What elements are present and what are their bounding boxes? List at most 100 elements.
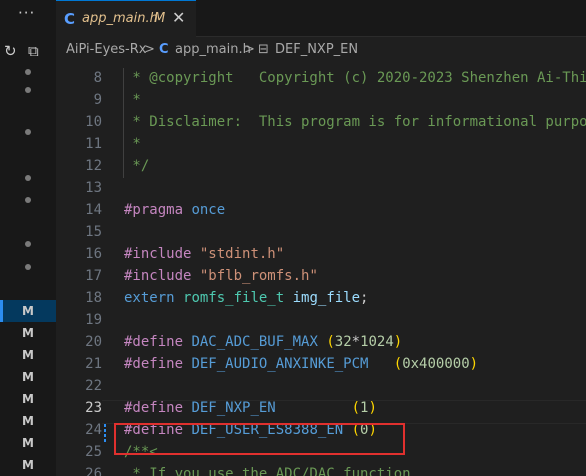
code-token: (: [351, 400, 361, 416]
code-line: * @copyright Copyright (c) 2020-2023 She…: [124, 70, 586, 86]
code-line: * Disclaimer: This program is for inform…: [124, 114, 586, 130]
more-actions-icon[interactable]: ···: [18, 4, 35, 22]
code-line: #define DEF_AUDIO_ANXINKE_PCM (0x400000): [124, 356, 478, 372]
code-token: *: [351, 334, 361, 350]
explorer-dot: [25, 264, 31, 270]
chevron-right-icon: >: [144, 42, 155, 57]
git-modified-badge: M: [22, 304, 34, 318]
symbol-icon: ⊟: [258, 42, 269, 57]
code-line: * If you use the ADC/DAC function: [124, 466, 411, 476]
code-editor[interactable]: 8 * @copyright Copyright (c) 2020-2023 S…: [56, 64, 586, 476]
line-number: 13: [85, 180, 102, 196]
code-token: DEF_AUDIO_ANXINKE_PCM: [191, 356, 369, 372]
code-token: 0x400000: [402, 356, 470, 372]
code-token: *: [124, 92, 141, 108]
code-line: #include "bflb_romfs.h": [124, 268, 318, 284]
code-token: DAC_ADC_BUF_MAX: [191, 334, 318, 350]
git-modified-badge: M: [22, 458, 34, 472]
line-number: 9: [93, 92, 102, 108]
explorer-strip: ··· ↻ ⧉ M M M M M M M M: [0, 0, 56, 476]
code-token: * @copyright Copyright (c) 2020-2023 She…: [124, 70, 586, 86]
code-token: #include: [124, 246, 192, 262]
git-modified-badge: M: [22, 370, 34, 384]
line-number: 25: [85, 444, 102, 460]
explorer-dot: [25, 175, 31, 181]
c-file-icon: C: [64, 10, 76, 28]
line-number: 24: [85, 422, 102, 438]
code-line: #define DAC_ADC_BUF_MAX (32*1024): [124, 334, 402, 350]
code-token: (: [393, 356, 403, 372]
git-modified-badge: M: [22, 326, 34, 340]
code-token: extern: [124, 290, 175, 306]
code-token: img_file: [292, 290, 361, 306]
refresh-icon[interactable]: ↻: [4, 42, 17, 60]
tab-filename: app_main.h: [82, 11, 158, 26]
line-number: 22: [85, 378, 102, 394]
line-number: 10: [85, 114, 102, 130]
line-number: 23: [85, 400, 102, 416]
line-number: 16: [85, 246, 102, 262]
code-line: */: [124, 158, 149, 174]
explorer-dot: [25, 87, 31, 93]
code-token: * Disclaimer: This program is for inform…: [124, 114, 586, 130]
code-token: DEF_NXP_EN: [191, 400, 276, 416]
line-number: 26: [85, 466, 102, 476]
breadcrumb-file[interactable]: app_main.h: [175, 42, 251, 57]
code-token: #define: [124, 356, 184, 372]
code-line: #pragma once: [124, 202, 225, 218]
explorer-dot: [25, 129, 31, 135]
code-line: #include "stdint.h": [124, 246, 284, 262]
git-modified-badge: M: [22, 414, 34, 428]
explorer-dot: [25, 241, 31, 247]
code-token: ;: [360, 290, 369, 306]
breadcrumb-symbol[interactable]: DEF_NXP_EN: [275, 42, 358, 57]
code-token: ): [393, 334, 403, 350]
code-token: */: [124, 158, 150, 174]
code-token: #define: [124, 400, 184, 416]
code-token: * If you use the ADC/DAC function: [124, 466, 411, 476]
line-number: 19: [85, 312, 102, 328]
code-token: *: [124, 136, 141, 152]
code-line: *: [124, 92, 141, 108]
code-token: once: [191, 202, 226, 218]
line-number: 21: [85, 356, 102, 372]
code-token: ): [469, 356, 479, 372]
explorer-active-indicator: [0, 300, 3, 322]
code-token: #define: [124, 334, 184, 350]
git-modified-badge: M: [22, 392, 34, 406]
highlight-annotation-box: [114, 423, 405, 455]
line-number: 17: [85, 268, 102, 284]
code-token: "stdint.h": [199, 246, 285, 262]
explorer-dot: [25, 197, 31, 203]
line-number: 8: [93, 70, 102, 86]
code-token: 32: [334, 334, 352, 350]
code-token: "bflb_romfs.h": [199, 268, 318, 284]
c-file-icon: C: [159, 42, 169, 57]
git-modified-badge: M: [22, 436, 34, 450]
code-line: *: [124, 136, 141, 152]
code-token: (: [326, 334, 335, 350]
line-number: 15: [85, 224, 102, 240]
code-line: extern romfs_file_t img_file;: [124, 290, 368, 306]
code-token: 1024: [360, 334, 394, 350]
close-icon[interactable]: ✕: [172, 8, 185, 27]
git-modified-badge: M: [22, 348, 34, 362]
code-token: romfs_file_t: [183, 290, 285, 306]
tab-bar: C app_main.h M ✕: [56, 0, 586, 37]
diff-modified-marker: [104, 424, 106, 444]
explorer-dot: [25, 69, 31, 75]
collapse-all-icon[interactable]: ⧉: [28, 42, 39, 60]
code-line: #define DEF_NXP_EN (1): [124, 400, 377, 416]
line-number: 11: [85, 136, 102, 152]
breadcrumb-folder[interactable]: AiPi-Eyes-Rx: [66, 42, 146, 57]
code-token: #include: [124, 268, 192, 284]
line-number: 14: [85, 202, 102, 218]
breadcrumb: AiPi-Eyes-Rx > C app_main.h > ⊟ DEF_NXP_…: [56, 40, 586, 62]
tab-app-main-h[interactable]: C app_main.h M ✕: [56, 0, 196, 37]
